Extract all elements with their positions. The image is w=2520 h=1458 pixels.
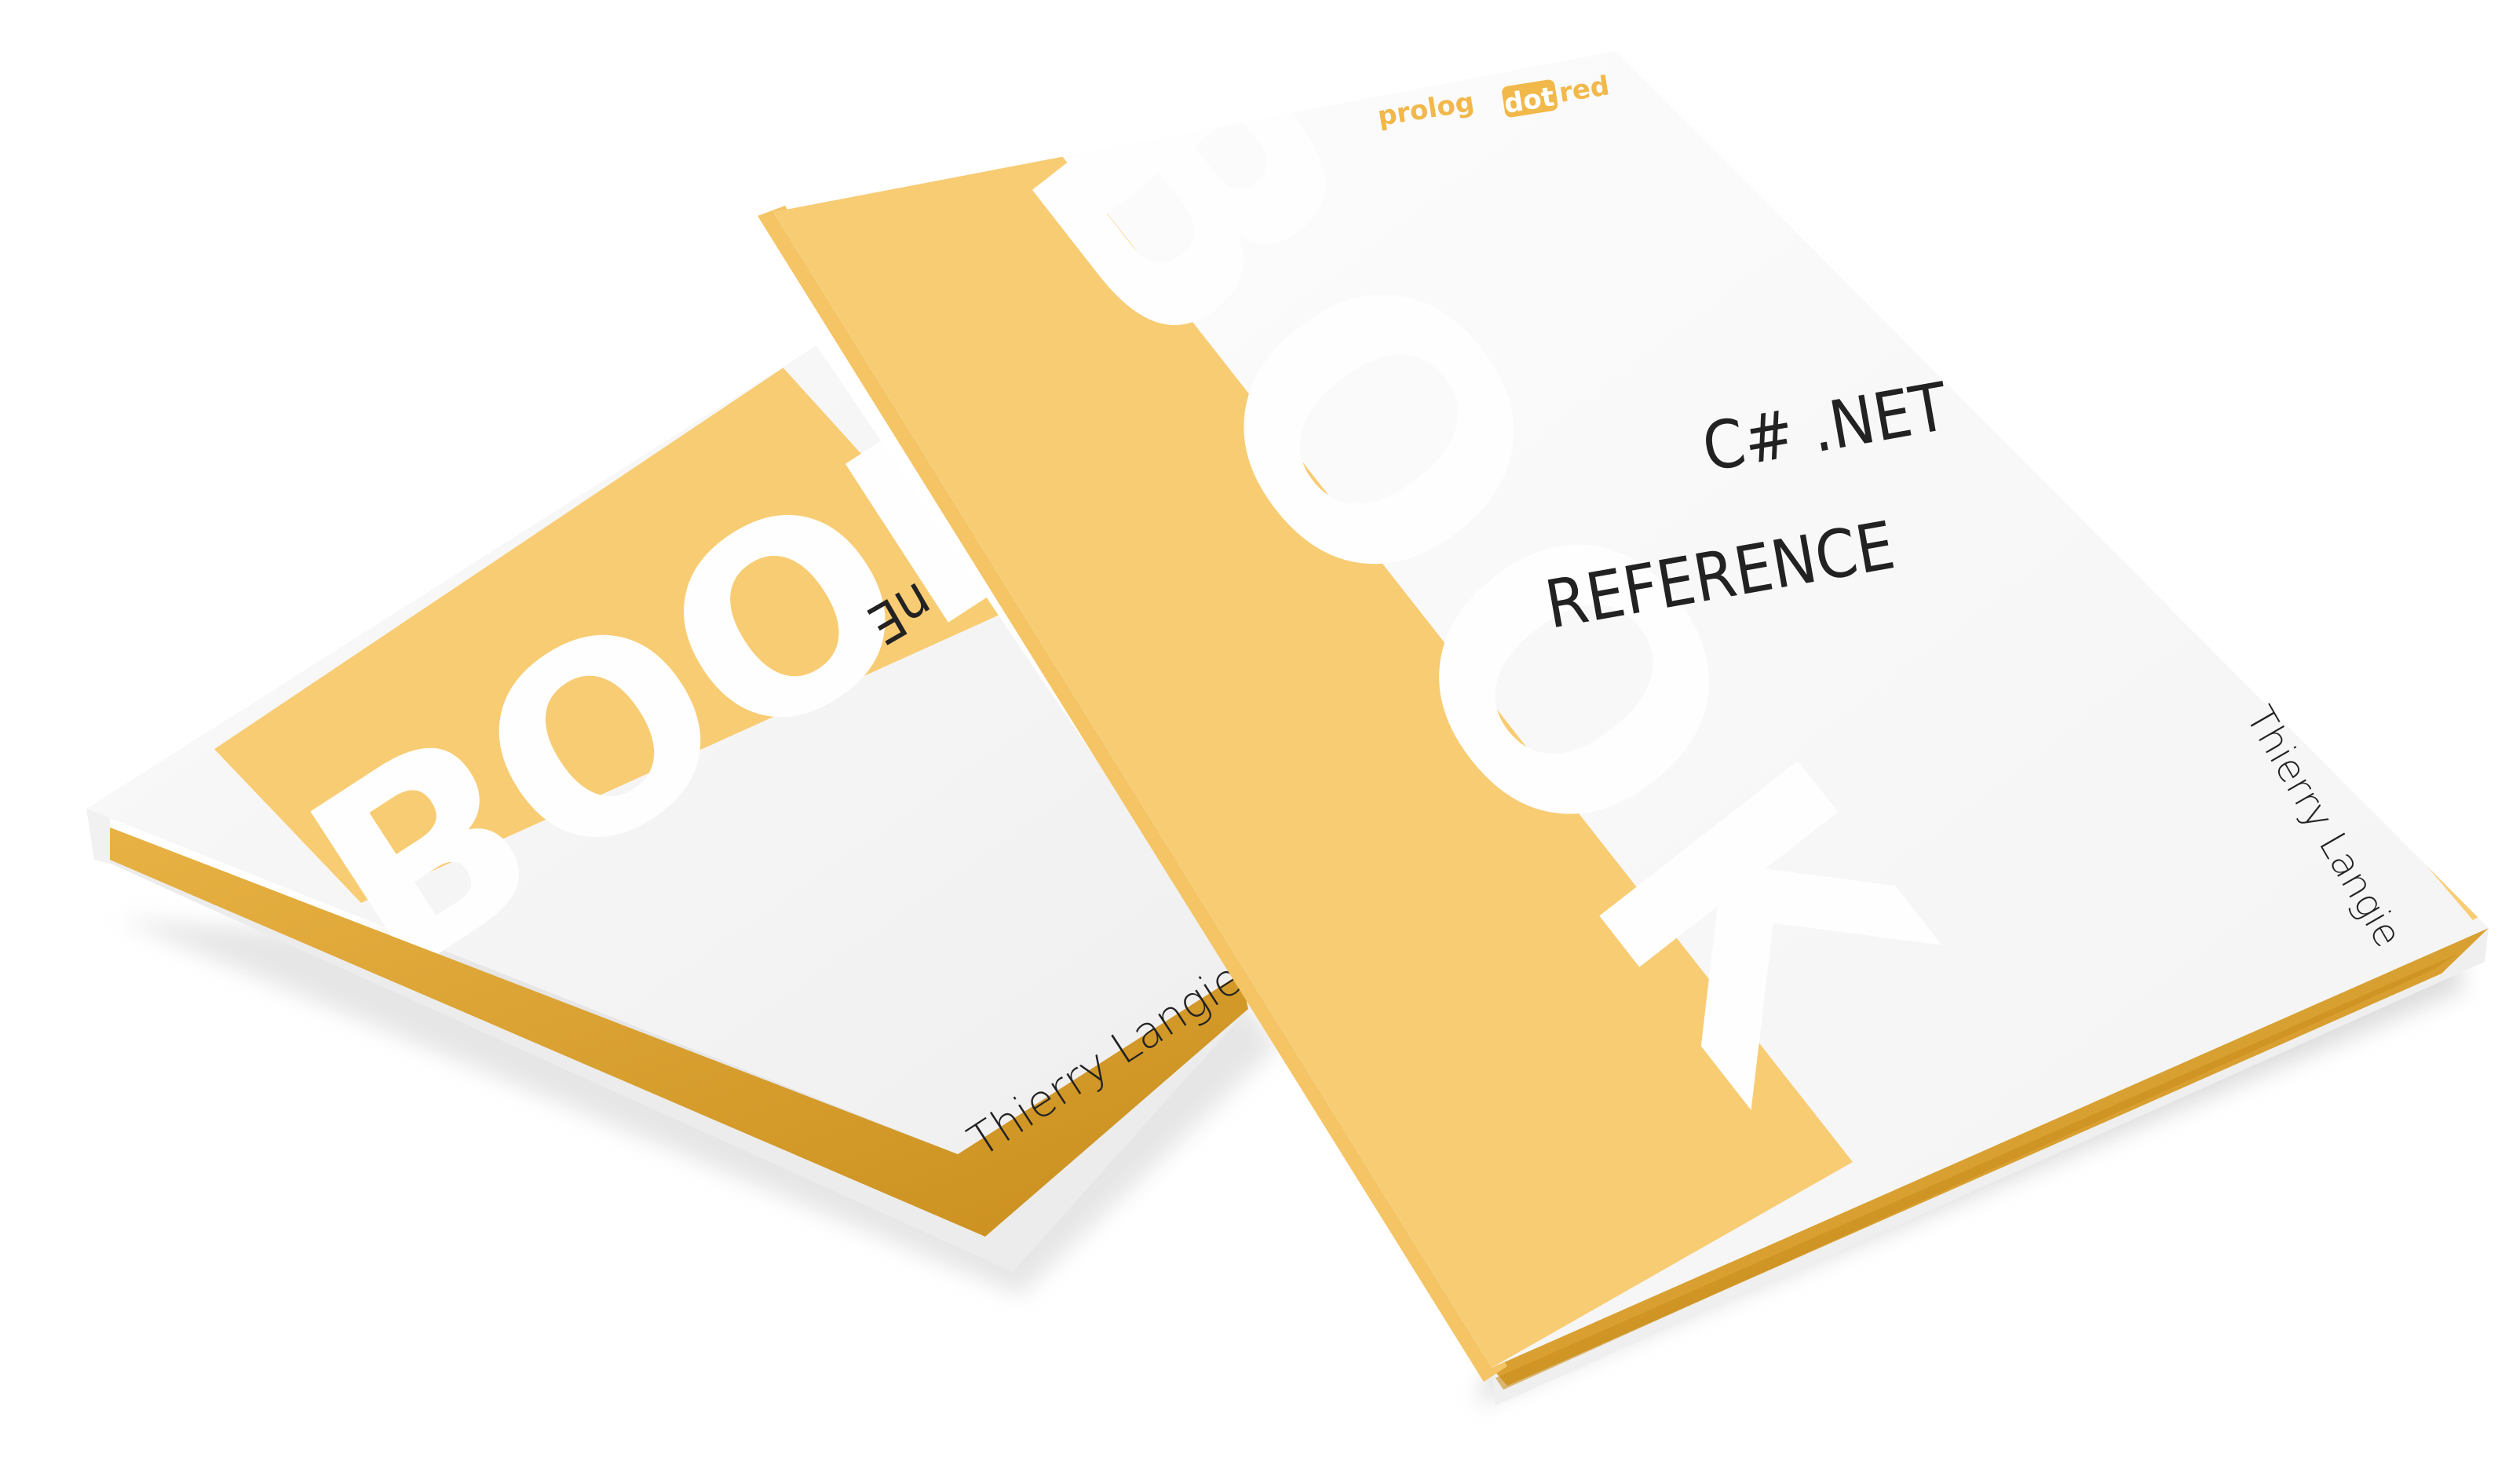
- book-mockup-illustration: BOOK nE Thierry Langie BOOK prolog dot r…: [86, 51, 2489, 1405]
- book-mockup-scene: BOOK nE Thierry Langie BOOK prolog dot r…: [0, 0, 2520, 1458]
